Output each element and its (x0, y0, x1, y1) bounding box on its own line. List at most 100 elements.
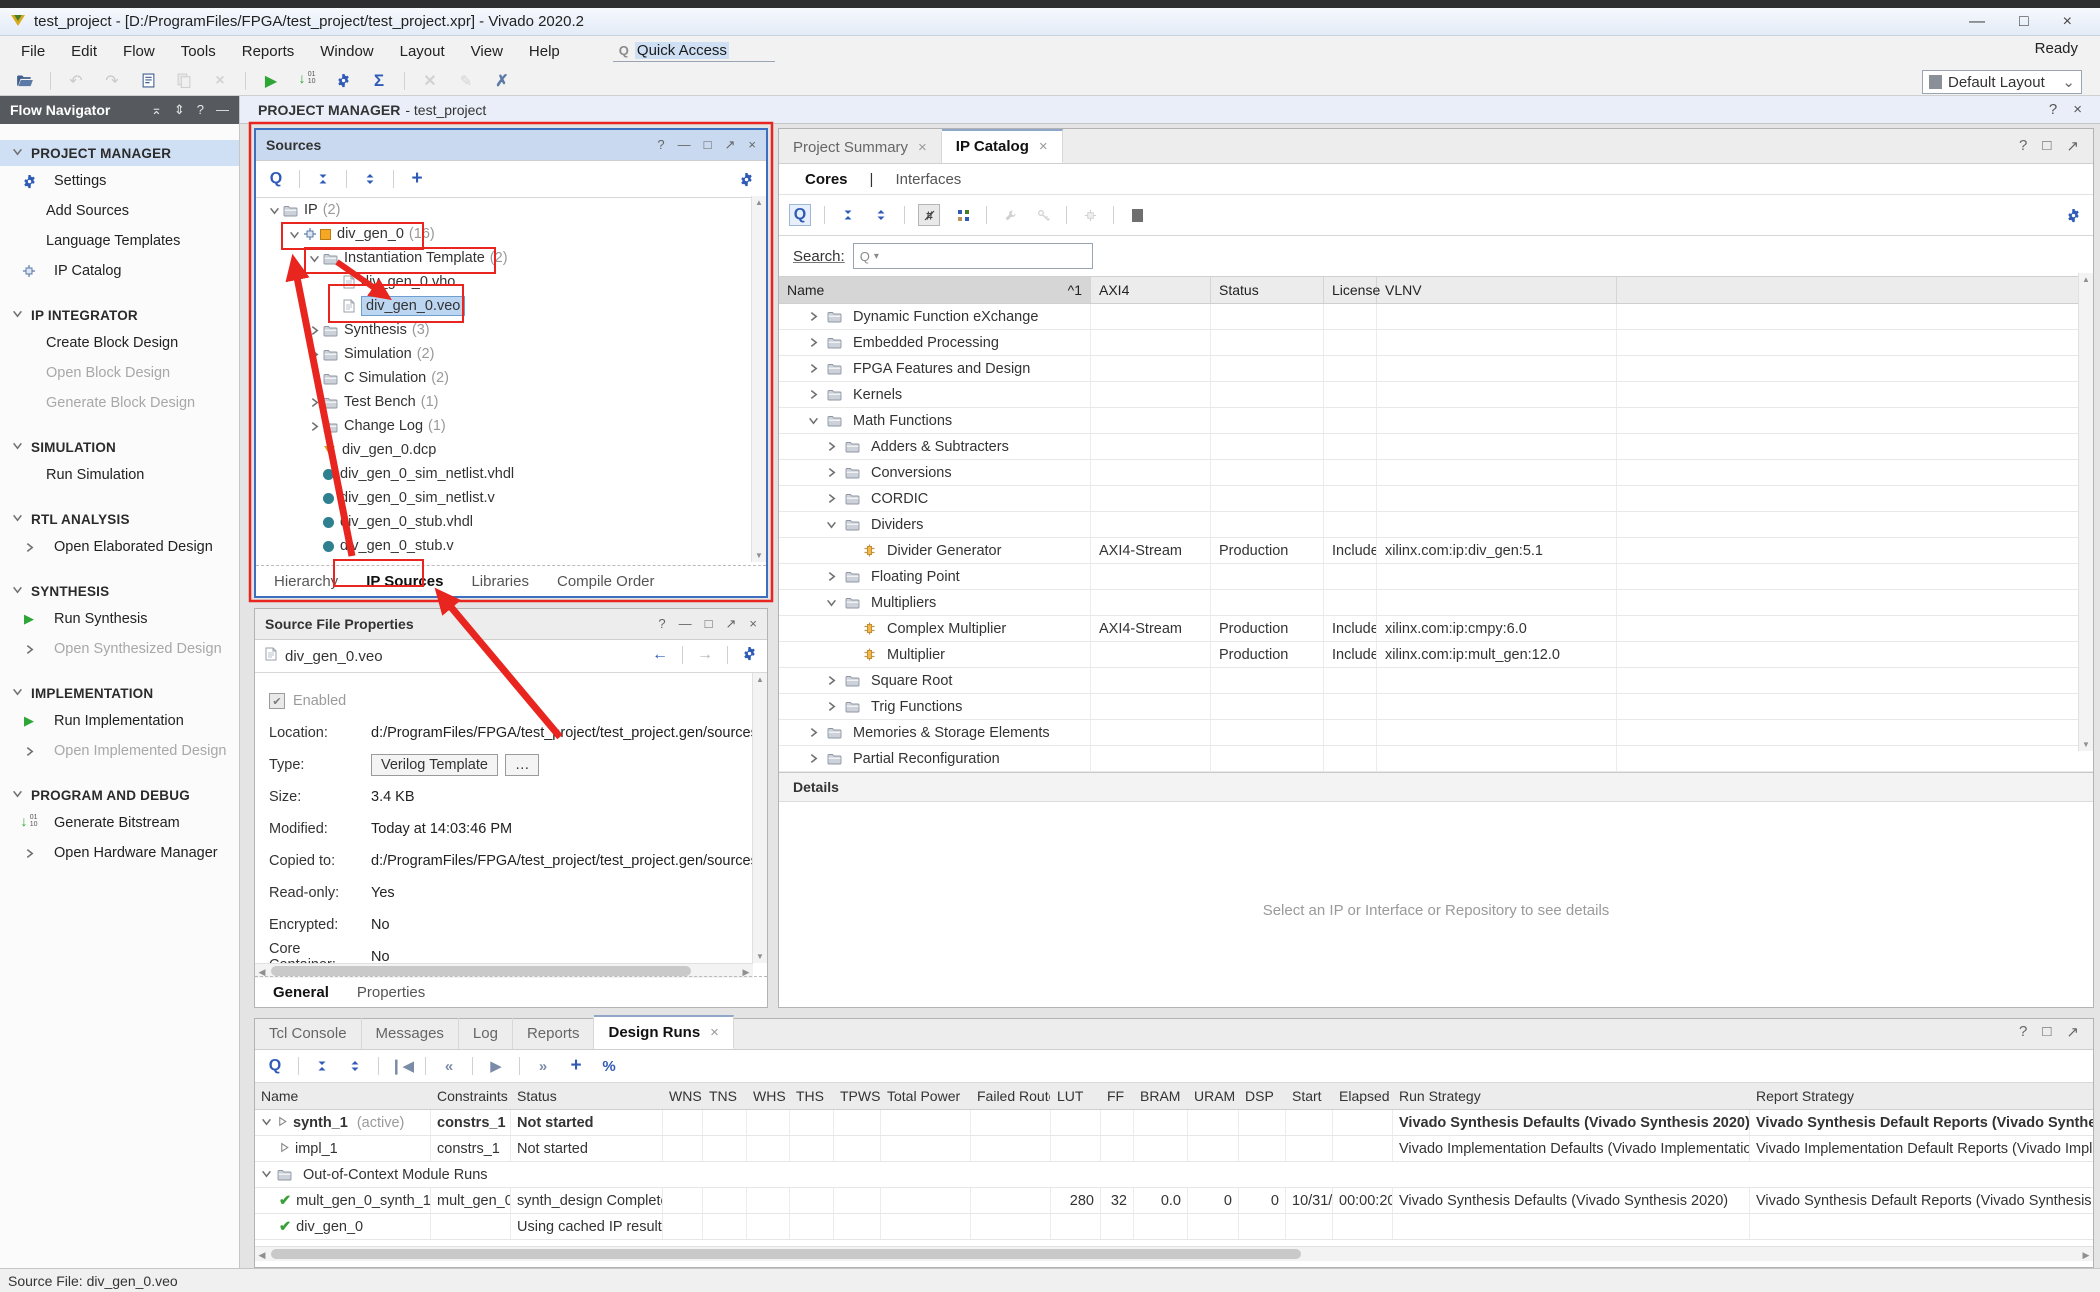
ip-catalog-row[interactable]: Trig Functions (779, 694, 2093, 720)
edit-pencil-icon[interactable]: ✎ (455, 70, 477, 92)
tree-item[interactable]: div_gen_0_sim_netlist.v (256, 486, 766, 510)
chevron-right-icon[interactable] (306, 421, 323, 432)
ip-catalog-row[interactable]: Memories & Storage Elements (779, 720, 2093, 746)
search-icon[interactable]: Q (266, 169, 286, 189)
menu-edit[interactable]: Edit (58, 39, 110, 64)
design-run-row[interactable]: Out-of-Context Module Runs (255, 1162, 2093, 1188)
close-tab-icon[interactable]: × (918, 139, 927, 156)
float-panel-icon[interactable]: ↗ (2066, 1023, 2079, 1041)
menu-file[interactable]: File (8, 39, 58, 64)
sidebar-section-simulation[interactable]: SIMULATION (0, 434, 239, 460)
column-header-report-strategy[interactable]: Report Strategy (1750, 1083, 2093, 1109)
chevron-down-icon[interactable] (261, 1167, 272, 1183)
tab-general[interactable]: General (261, 980, 341, 1005)
settings-gear-icon[interactable] (2063, 205, 2083, 225)
menu-layout[interactable]: Layout (387, 39, 458, 64)
collapse-all-icon[interactable] (313, 169, 333, 189)
column-header-whs[interactable]: WHS (747, 1083, 790, 1109)
report-document-icon[interactable] (137, 70, 159, 92)
ip-catalog-row[interactable]: Dividers (779, 512, 2093, 538)
expand-all-icon[interactable] (360, 169, 380, 189)
design-runs-horizontal-scrollbar[interactable]: ◀ ▶ (255, 1246, 2093, 1261)
sidebar-item-open-synthesized-design[interactable]: Open Synthesized Design (0, 634, 239, 664)
close-icon[interactable]: × (2063, 13, 2072, 31)
tree-item[interactable]: div_gen_0.vho (256, 270, 766, 294)
menu-help[interactable]: Help (516, 39, 573, 64)
ip-catalog-row[interactable]: Dynamic Function eXchange (779, 304, 2093, 330)
collapse-all-icon[interactable] (838, 205, 858, 225)
ip-catalog-row[interactable]: Partial Reconfiguration (779, 746, 2093, 772)
chevron-down-icon[interactable] (823, 519, 840, 530)
delete-icon[interactable]: × (209, 70, 231, 92)
tree-item[interactable]: div_gen_0(16) (256, 222, 766, 246)
tab-ip-sources[interactable]: IP Sources (354, 569, 455, 594)
collapse-all-icon[interactable] (312, 1056, 332, 1076)
ip-package-icon[interactable] (1080, 205, 1100, 225)
tab-compile-order[interactable]: Compile Order (545, 569, 667, 594)
menu-tools[interactable]: Tools (168, 39, 229, 64)
maximize-panel-icon[interactable]: □ (705, 616, 713, 632)
column-header-failed-routes[interactable]: Failed Routes (971, 1083, 1051, 1109)
help-icon[interactable]: ? (657, 137, 664, 153)
column-header-constraints[interactable]: Constraints (431, 1083, 511, 1109)
tab-design-runs[interactable]: Design Runs× (594, 1015, 733, 1049)
column-header-dsp[interactable]: DSP (1239, 1083, 1286, 1109)
column-header-tpws[interactable]: TPWS (834, 1083, 881, 1109)
add-run-icon[interactable]: + (566, 1056, 586, 1076)
column-header-status[interactable]: Status (1211, 277, 1324, 303)
expand-all-icon[interactable]: ⇕ (174, 102, 185, 118)
close-icon[interactable]: × (2073, 101, 2082, 118)
float-panel-icon[interactable]: ↗ (2066, 137, 2079, 155)
chevron-right-icon[interactable] (823, 467, 840, 478)
sources-vertical-scrollbar[interactable]: ▲ ▼ (751, 196, 766, 562)
sidebar-section-ip-integrator[interactable]: IP INTEGRATOR (0, 302, 239, 328)
layout-selector[interactable]: Default Layout ⌄ (1922, 70, 2082, 94)
tree-item[interactable]: div_gen_0.dcp (256, 438, 766, 462)
float-panel-icon[interactable]: ↗ (725, 137, 736, 153)
column-header-axi4[interactable]: AXI4 (1091, 277, 1211, 303)
quick-access-search[interactable]: Q Quick Access (613, 40, 775, 62)
help-icon[interactable]: ? (2049, 101, 2057, 118)
sidebar-item-open-implemented-design[interactable]: Open Implemented Design (0, 736, 239, 766)
ip-catalog-row[interactable]: Divider GeneratorAXI4-StreamProductionIn… (779, 538, 2093, 564)
column-header-total-power[interactable]: Total Power (881, 1083, 971, 1109)
license-key-icon[interactable] (1033, 205, 1053, 225)
more-options-button[interactable]: … (505, 754, 540, 776)
tree-item[interactable]: C Simulation(2) (256, 366, 766, 390)
sidebar-item-settings[interactable]: Settings (0, 166, 239, 196)
column-header-run-strategy[interactable]: Run Strategy (1393, 1083, 1750, 1109)
summary-sigma-icon[interactable]: Σ (368, 70, 390, 92)
chevron-right-icon[interactable] (805, 363, 822, 374)
ip-catalog-row[interactable]: Embedded Processing (779, 330, 2093, 356)
tree-item[interactable]: Simulation(2) (256, 342, 766, 366)
back-arrow-icon[interactable]: ← (652, 646, 668, 666)
group-by-icon[interactable] (953, 205, 973, 225)
forward-arrow-icon[interactable]: → (697, 646, 713, 666)
column-header-license[interactable]: License (1324, 277, 1377, 303)
ip-catalog-row[interactable]: Math Functions (779, 408, 2093, 434)
chevron-right-icon[interactable] (823, 701, 840, 712)
sidebar-item-generate-block-design[interactable]: Generate Block Design (0, 388, 239, 418)
column-header-ths[interactable]: THS (790, 1083, 834, 1109)
minimize-panel-icon[interactable]: — (216, 102, 229, 118)
add-sources-icon[interactable]: + (407, 169, 427, 189)
column-header-lut[interactable]: LUT (1051, 1083, 1101, 1109)
close-tab-icon[interactable]: × (710, 1024, 719, 1041)
sidebar-section-implementation[interactable]: IMPLEMENTATION (0, 680, 239, 706)
ip-catalog-row[interactable]: CORDIC (779, 486, 2093, 512)
go-first-icon[interactable]: ❙◀ (392, 1056, 412, 1076)
ip-catalog-row[interactable]: Conversions (779, 460, 2093, 486)
tab-properties[interactable]: Properties (345, 980, 437, 1005)
column-header-vlnv[interactable]: VLNV (1377, 277, 1617, 303)
run-icon[interactable]: ▶ (260, 70, 282, 92)
sidebar-item-ip-catalog[interactable]: IP Catalog (0, 256, 239, 286)
column-header-bram[interactable]: BRAM (1134, 1083, 1188, 1109)
column-header-wns[interactable]: WNS (663, 1083, 703, 1109)
maximize-icon[interactable]: □ (2019, 13, 2029, 31)
settings-gear-icon[interactable] (742, 646, 757, 666)
tree-item[interactable]: div_gen_0.veo (256, 294, 766, 318)
chevron-right-icon[interactable] (306, 397, 323, 408)
tab-tcl-console[interactable]: Tcl Console (255, 1018, 362, 1049)
tab-messages[interactable]: Messages (362, 1018, 459, 1049)
column-header-name[interactable]: Name^1 (779, 277, 1091, 303)
